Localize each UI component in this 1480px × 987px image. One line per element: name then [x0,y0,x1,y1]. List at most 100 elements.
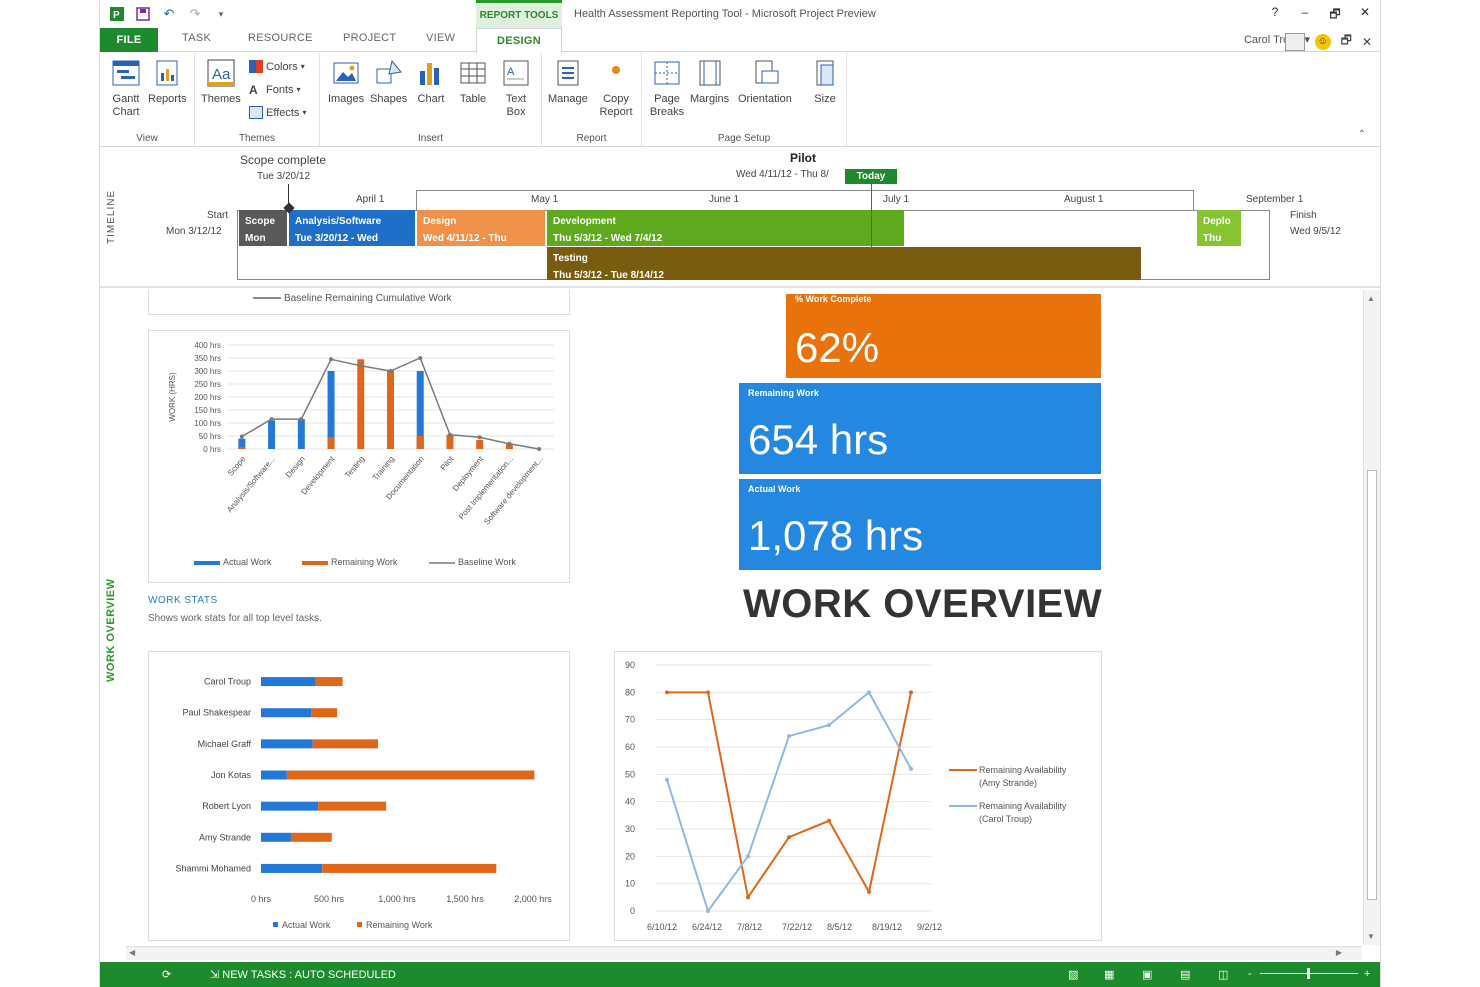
tab-task[interactable]: TASK [182,32,211,44]
availability-point [909,690,913,695]
legend-remaining-work: Remaining Work [366,920,433,930]
doc-close-button[interactable]: ✕ [1362,35,1372,49]
work-stats-chart-panel[interactable]: 0 hrs 50 hrs 100 hrs 150 hrs 200 hrs 250 hrs 3… [148,330,570,583]
timeline-bar-scope[interactable]: Scope Mon [239,210,287,246]
bar-remaining-work [286,770,535,780]
ribbon-tabs: FILE TASK RESOURCE PROJECT VIEW DESIGN C… [100,28,1380,53]
x-tick-label: 7/8/12 [737,922,762,932]
scroll-up-icon[interactable]: ▲ [1367,294,1375,303]
collapse-ribbon-icon[interactable]: ⌃ [1358,129,1366,140]
text-box-button[interactable]: A Text Box [498,58,534,119]
today-line [871,178,872,280]
y-tick-label: 400 hrs [194,341,221,350]
y-tick-label: Robert Lyon [202,801,251,811]
availability-point [787,734,791,739]
baseline-work-point [477,435,482,440]
tab-file[interactable]: FILE [100,28,158,52]
title-bar: P ↶ ↷ ▾ REPORT TOOLS Health Assessment R… [100,0,1380,28]
colors-button[interactable]: Colors ▾ [249,60,305,73]
redo-icon[interactable]: ↷ [186,5,204,23]
reports-button[interactable]: Reports [148,58,187,106]
availability-point [827,723,831,728]
customize-qat-icon[interactable]: ▾ [212,5,230,23]
resource-sheet-icon[interactable]: ▤ [1180,968,1190,981]
resource-work-chart-panel[interactable]: Carol Troup Paul Shakespear Michael Graff J… [148,651,570,941]
bar-actual-work [261,708,312,718]
y-tick-label: 0 [630,906,635,916]
gantt-view-icon[interactable]: ▧ [1068,968,1078,981]
report-view-icon[interactable]: ◫ [1218,968,1228,981]
feedback-smile-icon[interactable]: ☺ [1314,33,1331,50]
resource-work-chart: Carol Troup Paul Shakespear Michael Graff J… [175,677,552,930]
y-tick-label: 60 [625,742,635,752]
orientation-icon [755,60,779,84]
margins-button[interactable]: Margins [690,58,729,106]
timeline-bar-design[interactable]: Design Wed 4/11/12 - Thu [417,210,545,246]
zoom-out-button[interactable]: - [1248,968,1252,980]
size-button[interactable]: Size [810,58,840,106]
scroll-down-icon[interactable]: ▼ [1367,932,1375,941]
ribbon-group-report: Manage Copy Report Report [542,53,642,147]
bar-actual-work [261,801,319,811]
close-button[interactable]: ✕ [1358,5,1372,26]
restore-button[interactable]: 🗗 [1328,5,1342,26]
undo-icon[interactable]: ↶ [160,5,178,23]
help-button[interactable]: ? [1268,5,1282,26]
avatar[interactable] [1284,32,1305,51]
pilot-callout: Pilot [790,151,816,165]
x-tick-label: 7/22/12 [782,922,812,932]
kpi-remaining-work[interactable]: Remaining Work 654 hrs [739,383,1101,474]
effects-button[interactable]: Effects ▾ [249,106,306,119]
themes-button[interactable]: Aa Themes [201,58,241,106]
scroll-right-icon[interactable]: ▶ [1336,948,1342,957]
table-button[interactable]: Table [458,58,488,106]
kpi-actual-work[interactable]: Actual Work 1,078 hrs [739,479,1101,570]
bar-remaining-work [238,446,246,449]
tab-project[interactable]: PROJECT [343,32,396,44]
vertical-scrollbar[interactable]: ▲ ▼ [1363,290,1380,945]
timeline-bar-deploy[interactable]: Deplo Thu [1197,210,1241,246]
kpi-work-complete[interactable]: % Work Complete 62% [786,294,1101,378]
baseline-work-point [507,441,512,446]
scroll-thumb[interactable] [1367,470,1377,900]
timeline-bar-development[interactable]: Development Thu 5/3/12 - Wed 7/4/12 [547,210,904,246]
images-button[interactable]: Images [328,58,364,106]
horizontal-scrollbar[interactable]: ◀ ▶ [126,946,1362,960]
availability-chart-panel[interactable]: 0 10 20 30 40 50 60 70 80 90 6/10/12 6/24/12 7/8/12 7… [614,651,1102,941]
legend-baseline-cumulative: Baseline Remaining Cumulative Work [284,293,452,304]
orientation-button[interactable]: Orientation [738,58,792,106]
new-tasks-mode[interactable]: ⇲ NEW TASKS : AUTO SCHEDULED [210,968,396,981]
team-planner-icon[interactable]: ▣ [1142,968,1152,981]
fonts-button[interactable]: A Fonts ▾ [249,83,301,97]
gantt-chart-button[interactable]: Gantt Chart [106,58,146,119]
zoom-in-button[interactable]: + [1364,968,1370,980]
tab-view[interactable]: VIEW [426,32,455,44]
shapes-button[interactable]: Shapes [370,58,407,106]
timeline-bar-analysis[interactable]: Analysis/Software Tue 3/20/12 - Wed [289,210,415,246]
zoom-slider-thumb[interactable] [1307,968,1310,979]
tab-resource[interactable]: RESOURCE [248,32,313,44]
tab-design[interactable]: DESIGN [476,28,562,53]
bar-remaining-work [315,677,343,687]
bar-actual-work [261,832,291,842]
scroll-left-icon[interactable]: ◀ [129,948,135,957]
copy-report-button[interactable]: Copy Report [596,58,636,119]
chart-button[interactable]: Chart [416,58,446,106]
bar-remaining-work [476,439,484,449]
doc-restore-button[interactable]: 🗗 [1341,31,1352,52]
task-usage-icon[interactable]: ▦ [1104,968,1114,981]
y-tick-label: 10 [625,879,635,889]
shapes-icon [376,59,402,84]
x-tick-label: 8/5/12 [827,922,852,932]
timeline-bar-testing[interactable]: Testing Thu 5/3/12 - Tue 8/14/12 [547,247,1141,280]
timeline-view[interactable]: TIMELINE Scope complete Tue 3/20/12 Pilo… [100,148,1380,288]
manage-button[interactable]: Manage [548,58,588,106]
save-icon[interactable] [134,5,152,23]
y-tick-label: Shammi Mohamed [175,863,251,873]
x-tick-label: Training [371,455,396,483]
ribbon-group-view: Gantt Chart Reports View [100,53,195,147]
page-breaks-button[interactable]: Page Breaks [648,58,686,119]
macro-record-icon[interactable]: ⟳ [162,968,171,981]
table-icon [460,62,486,84]
minimize-button[interactable]: – [1298,5,1312,26]
